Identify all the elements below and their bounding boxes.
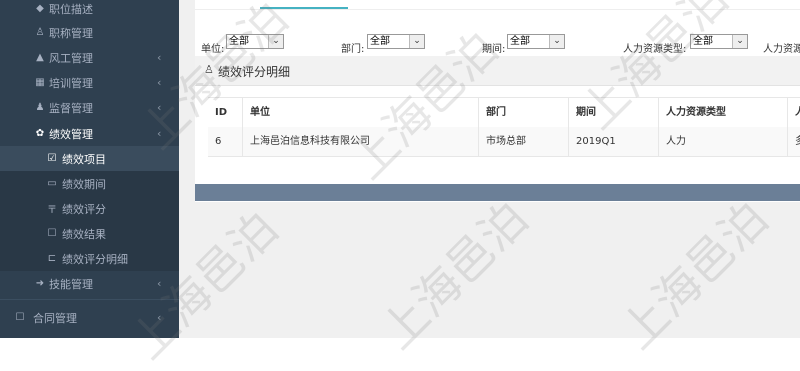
- chevron-left-icon: ‹: [157, 76, 162, 89]
- chevron-left-icon: ‹: [157, 51, 162, 64]
- chevron-down-icon: ⌄: [268, 35, 283, 48]
- sidebar-divider: [0, 299, 179, 300]
- sidebar: ◆ 职位描述 ♙ 职称管理 ▲ 风工管理 ‹ ▦ 培训管理 ‹ ♟ 监督管理 ‹…: [0, 0, 179, 338]
- cell-hrtype: 人力: [659, 127, 788, 156]
- tab-baseline: [195, 9, 800, 10]
- sidebar-item-label: 绩效管理: [49, 127, 93, 141]
- period-filter-label: 期间:: [482, 44, 506, 55]
- rating-icon: 〒: [47, 205, 57, 216]
- sidebar-item-label: 职称管理: [49, 26, 93, 40]
- sidebar-item-label: 风工管理: [49, 51, 93, 65]
- hrtype-select[interactable]: 全部 ⌄: [690, 34, 748, 49]
- period-select[interactable]: 全部 ⌄: [507, 34, 565, 49]
- content-panel: 单位: 全部 ⌄ 部门: 全部 ⌄ 期间: 全部 ⌄ 人力资源类型: 全部 ⌄ …: [195, 0, 800, 202]
- column-header-unit[interactable]: 单位: [243, 98, 479, 127]
- tab-active-indicator[interactable]: [260, 7, 348, 9]
- column-header-id[interactable]: ID: [208, 98, 243, 127]
- cell-period: 2019Q1: [569, 127, 659, 156]
- supervise-icon: ♟: [35, 102, 45, 113]
- sidebar-subitem-label: 绩效评分明细: [62, 252, 128, 266]
- section-title: 绩效评分明细: [218, 65, 291, 79]
- sidebar-subitem-label: 绩效评分: [62, 202, 106, 216]
- sidebar-item-label: 培训管理: [49, 76, 93, 90]
- period-select-value: 全部: [510, 36, 530, 47]
- user-icon: ♙: [35, 27, 45, 38]
- sidebar-item-label: 技能管理: [49, 277, 93, 291]
- hrtype-select-value: 全部: [693, 36, 713, 47]
- main-area: 单位: 全部 ⌄ 部门: 全部 ⌄ 期间: 全部 ⌄ 人力资源类型: 全部 ⌄ …: [179, 0, 800, 338]
- chevron-down-icon: ⌄: [549, 35, 564, 48]
- column-header-hrtype[interactable]: 人力资源类型: [659, 98, 788, 127]
- dept-filter-label: 部门:: [341, 44, 365, 55]
- sidebar-item-risk-management[interactable]: ▲ 风工管理 ‹: [0, 45, 179, 70]
- table-header-row: ID 单位 部门 期间 人力资源类型 人: [208, 97, 800, 128]
- period-icon: ▭: [47, 178, 57, 189]
- cell-dept: 市场总部: [479, 127, 569, 156]
- diamond-icon: ◆: [36, 3, 44, 14]
- sidebar-item-contract[interactable]: ☐ 合同管理 ‹: [0, 305, 179, 330]
- sidebar-subitem-rating-detail[interactable]: ⊏ 绩效评分明细: [0, 246, 179, 271]
- cell-more: 多: [788, 127, 800, 156]
- chevron-left-icon: ‹: [157, 311, 162, 324]
- table-row[interactable]: 6 上海邑泊信息科技有限公司 市场总部 2019Q1 人力 多: [208, 127, 800, 157]
- check-icon: ☑: [47, 153, 57, 164]
- user-icon: ♙: [204, 63, 214, 76]
- column-header-dept[interactable]: 部门: [479, 98, 569, 127]
- sidebar-item-training[interactable]: ▦ 培训管理 ‹: [0, 70, 179, 95]
- sidebar-subitem-label: 绩效期间: [62, 177, 106, 191]
- sidebar-item-performance[interactable]: ✿ 绩效管理 ‹: [0, 121, 179, 146]
- unit-select[interactable]: 全部 ⌄: [226, 34, 284, 49]
- sidebar-item-supervision[interactable]: ♟ 监督管理 ‹: [0, 95, 179, 120]
- chevron-down-icon: ⌄: [732, 35, 747, 48]
- sidebar-item-skills[interactable]: ➜ 技能管理 ‹: [0, 271, 179, 296]
- chevron-left-icon: ‹: [157, 101, 162, 114]
- chevron-down-icon: ⌄: [409, 35, 424, 48]
- cell-id: 6: [208, 127, 243, 156]
- dept-select[interactable]: 全部 ⌄: [367, 34, 425, 49]
- dept-select-value: 全部: [370, 36, 390, 47]
- sidebar-subitem-performance-period[interactable]: ▭ 绩效期间: [0, 171, 179, 196]
- bookmark-icon: ☐: [47, 228, 57, 239]
- column-header-period[interactable]: 期间: [569, 98, 659, 127]
- alert-icon: ▲: [36, 52, 44, 63]
- building-icon: ▦: [35, 77, 45, 88]
- column-header-more[interactable]: 人: [788, 98, 800, 127]
- sidebar-subitem-performance-items[interactable]: ☑ 绩效项目: [0, 146, 179, 171]
- cell-unit: 上海邑泊信息科技有限公司: [243, 127, 479, 156]
- footer-bar: [195, 184, 800, 201]
- section-header: ♙ 绩效评分明细: [195, 56, 800, 86]
- sidebar-subitem-performance-result[interactable]: ☐ 绩效结果: [0, 221, 179, 246]
- sidebar-subitem-label: 绩效项目: [62, 152, 106, 166]
- tag-icon: ➜: [35, 278, 45, 289]
- sidebar-item-label: 职位描述: [49, 2, 93, 16]
- contract-icon: ☐: [15, 312, 25, 323]
- sidebar-subitem-performance-rating[interactable]: 〒 绩效评分: [0, 196, 179, 221]
- sidebar-item-job-description[interactable]: ◆ 职位描述: [0, 0, 179, 21]
- hrtype-filter-label: 人力资源类型:: [623, 44, 687, 55]
- hr-more-filter-label: 人力资源: [763, 44, 800, 55]
- unit-select-value: 全部: [229, 36, 249, 47]
- detail-icon: ⊏: [47, 253, 57, 264]
- chevron-left-icon: ‹: [157, 127, 162, 140]
- sidebar-item-label: 监督管理: [49, 101, 93, 115]
- sidebar-item-title-management[interactable]: ♙ 职称管理: [0, 20, 179, 45]
- sidebar-subitem-label: 绩效结果: [62, 227, 106, 241]
- chevron-left-icon: ‹: [157, 277, 162, 290]
- settings-icon: ✿: [35, 128, 45, 139]
- unit-filter-label: 单位:: [201, 44, 225, 55]
- sidebar-item-label: 合同管理: [33, 311, 77, 325]
- filter-bar: 单位: 全部 ⌄ 部门: 全部 ⌄ 期间: 全部 ⌄ 人力资源类型: 全部 ⌄ …: [195, 31, 800, 55]
